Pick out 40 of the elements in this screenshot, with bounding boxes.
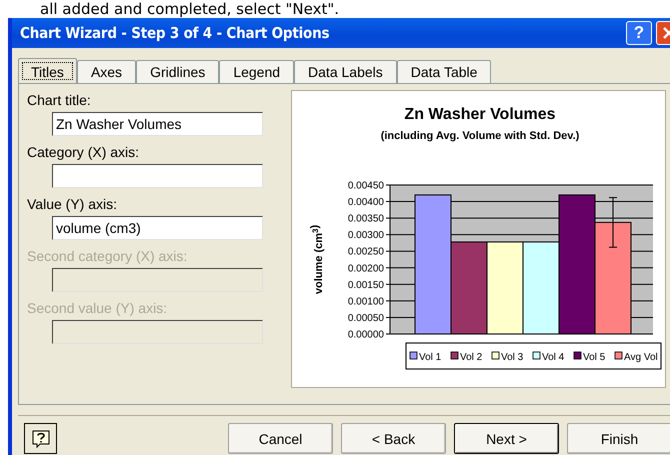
- field-label: Value (Y) axis:: [27, 195, 118, 214]
- window-title: Chart Wizard - Step 3 of 4 - Chart Options: [20, 24, 330, 42]
- tab[interactable]: Titles: [18, 58, 77, 84]
- tick-label: 0.00250: [348, 246, 384, 258]
- tab[interactable]: Data Table: [396, 60, 492, 84]
- tick-label: 0.00050: [348, 312, 384, 324]
- text-field[interactable]: volume (cm3): [52, 216, 263, 240]
- field-label: Chart title:: [27, 91, 92, 110]
- help-button[interactable]: ?: [626, 21, 652, 45]
- text-field[interactable]: [52, 164, 263, 188]
- legend-label: Vol 3: [501, 352, 524, 363]
- dialog-button[interactable]: < Back: [341, 423, 446, 454]
- legend-label: Vol 4: [542, 352, 564, 363]
- field-label: Category (X) axis:: [27, 143, 140, 162]
- tab[interactable]: Gridlines: [136, 60, 220, 84]
- caption: all added and completed, select "Next".: [39, 0, 340, 18]
- help-icon[interactable]: [24, 423, 57, 454]
- field-label: Second category (X) axis:: [27, 247, 188, 266]
- tab[interactable]: Data Labels: [294, 60, 397, 84]
- chart-subtitle: (including Avg. Volume with Std. Dev.): [380, 130, 580, 142]
- tick-label: 0.00000: [348, 330, 384, 340]
- chart-title: Zn Washer Volumes: [404, 106, 556, 123]
- tab[interactable]: Axes: [76, 60, 136, 84]
- legend-label: Avg Vol: [624, 352, 658, 363]
- dialog-button[interactable]: Cancel: [228, 423, 333, 454]
- legend-label: Vol 5: [583, 352, 606, 363]
- tick-label: 0.00100: [348, 296, 384, 308]
- field-label: Second value (Y) axis:: [27, 299, 168, 318]
- dialog-button[interactable]: Next >: [454, 423, 559, 454]
- dialog-button[interactable]: Finish: [567, 423, 670, 454]
- tab[interactable]: Legend: [219, 60, 294, 84]
- tick-label: 0.00450: [348, 180, 384, 192]
- legend-label: Vol 2: [460, 352, 482, 363]
- tick-label: 0.00300: [348, 230, 384, 242]
- tick-label: 0.00200: [348, 263, 384, 274]
- text-field[interactable]: Zn Washer Volumes: [52, 112, 263, 136]
- tick-label: 0.00400: [348, 197, 384, 208]
- tick-label: 0.00350: [348, 214, 384, 225]
- legend-label: Vol 1: [419, 352, 442, 363]
- tick-label: 0.00150: [348, 280, 384, 291]
